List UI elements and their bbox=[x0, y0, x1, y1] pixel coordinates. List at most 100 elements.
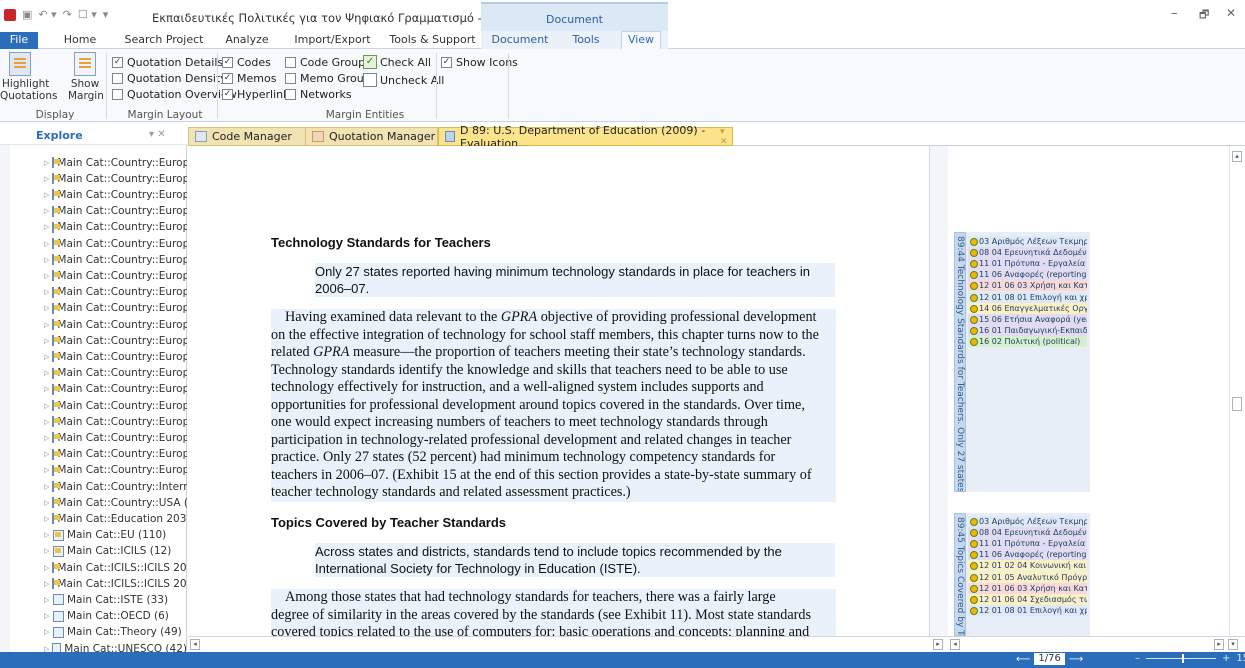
quotation-overview-checkbox[interactable]: Quotation Overview bbox=[112, 88, 237, 101]
expand-arrow-icon[interactable]: ▷ bbox=[44, 483, 49, 491]
expand-arrow-icon[interactable]: ▷ bbox=[44, 402, 49, 410]
expand-arrow-icon[interactable]: ▷ bbox=[44, 515, 49, 523]
scroll-up-icon[interactable]: ▴ bbox=[1232, 151, 1242, 162]
tree-item[interactable]: ▷ Main Cat::Country::Europe:: bbox=[44, 332, 187, 349]
margin-code[interactable]: 03 Αριθμός Λέξεων Τεκμηρίου bbox=[968, 236, 1087, 247]
margin-code[interactable]: 12 01 08 01 Επιλογή και χρήσ... bbox=[968, 604, 1087, 616]
page-number-input[interactable]: 1/76 bbox=[1034, 653, 1065, 665]
tab-search-project[interactable]: Search Project bbox=[124, 32, 204, 49]
document-vertical-scrollbar[interactable] bbox=[930, 146, 948, 636]
expand-arrow-icon[interactable]: ▷ bbox=[44, 564, 49, 572]
margin-code[interactable]: 08 04 Ερευνητικά Δεδομένα bbox=[968, 247, 1087, 259]
tree-item[interactable]: ▷ Main Cat::Country::Europe:: bbox=[44, 186, 187, 203]
scroll-down-icon[interactable]: ▾ bbox=[1228, 639, 1238, 650]
tab-document[interactable]: Document bbox=[490, 32, 550, 49]
tree-item[interactable]: ▷ Main Cat::Country::Internati bbox=[44, 478, 187, 495]
tree-item[interactable]: ▷ Main Cat::Country::Europe:: bbox=[44, 462, 187, 479]
tab-document-d89[interactable]: D 89: U.S. Department of Education (2009… bbox=[438, 124, 733, 150]
scroll-left-icon[interactable]: ◂ bbox=[190, 639, 200, 650]
expand-arrow-icon[interactable]: ▷ bbox=[44, 418, 49, 426]
tab-view[interactable]: View bbox=[621, 31, 661, 49]
expand-arrow-icon[interactable]: ▷ bbox=[44, 353, 49, 361]
uncheck-all-button[interactable]: Uncheck All bbox=[363, 73, 444, 87]
window-layout-icon[interactable]: ☐ ▾ bbox=[78, 8, 97, 21]
show-margin-button[interactable]: Show Margin bbox=[68, 52, 104, 102]
margin-code[interactable]: 11 06 Αναφορές (reporting) bbox=[968, 549, 1087, 561]
tab-code-manager[interactable]: Code Manager bbox=[188, 127, 306, 146]
tree-item[interactable]: ▷ Main Cat::Country::Europe:: bbox=[44, 235, 187, 252]
margin-vertical-scrollbar[interactable]: ▴ bbox=[1229, 146, 1245, 636]
expand-arrow-icon[interactable]: ▷ bbox=[44, 175, 49, 183]
zoom-slider[interactable] bbox=[1146, 654, 1216, 663]
tab-tools[interactable]: Tools bbox=[566, 32, 606, 49]
margin-code[interactable]: 11 01 Πρότυπα - Εργαλεία (st... bbox=[968, 258, 1087, 270]
expand-arrow-icon[interactable]: ▷ bbox=[44, 256, 49, 264]
margin-code[interactable]: 03 Αριθμός Λέξεων Τεκμηρίου bbox=[968, 516, 1087, 527]
tree-item[interactable]: ▷ Main Cat::Country::Europe:: bbox=[44, 284, 187, 301]
expand-arrow-icon[interactable]: ▷ bbox=[44, 321, 49, 329]
minimize-button[interactable]: – bbox=[1171, 6, 1178, 21]
memos-checkbox[interactable]: ✓ Memos bbox=[222, 72, 276, 85]
margin-code[interactable]: 08 04 Ερευνητικά Δεδομένα bbox=[968, 527, 1087, 539]
tree-item[interactable]: ▷ Main Cat::Country::Europe:: bbox=[44, 365, 187, 382]
redo-icon[interactable]: ↷ bbox=[63, 8, 72, 21]
expand-arrow-icon[interactable]: ▷ bbox=[44, 288, 49, 296]
tree-item[interactable]: ▷ Main Cat::Country::Europe:: bbox=[44, 429, 187, 446]
tab-controls[interactable]: ▾ ✕ bbox=[720, 127, 732, 147]
expand-arrow-icon[interactable]: ▷ bbox=[44, 596, 50, 604]
tree-item[interactable]: ▷ Main Cat::Country::Europe:: bbox=[44, 267, 187, 284]
zoom-out-icon[interactable]: – bbox=[1135, 653, 1140, 664]
customize-qat-icon[interactable]: ▾ bbox=[103, 8, 109, 21]
tab-import-export[interactable]: Import/Export bbox=[290, 32, 375, 49]
show-icons-checkbox[interactable]: ✓ Show Icons bbox=[441, 56, 518, 69]
tree-item[interactable]: ▷ Main Cat::Country::Europe:: bbox=[44, 348, 187, 365]
close-button[interactable]: ✕ bbox=[1226, 6, 1236, 20]
margin-code[interactable]: 12 01 02 04 Κοινωνική και Με... bbox=[968, 560, 1087, 572]
expand-arrow-icon[interactable]: ▷ bbox=[44, 240, 49, 248]
margin-code[interactable]: 11 06 Αναφορές (reporting) bbox=[968, 269, 1087, 281]
scroll-left-icon[interactable]: ◂ bbox=[950, 639, 960, 650]
margin-code[interactable]: 12 01 08 01 Επιλογή και χρήσ... bbox=[968, 291, 1087, 303]
quotation-bracket[interactable]: 89:45 Topics Covered by Teacher bbox=[954, 513, 966, 636]
tree-item[interactable]: ▷ Main Cat::Country::Europe:: bbox=[44, 397, 187, 414]
next-page-icon[interactable]: ⟶ bbox=[1069, 654, 1083, 665]
expand-arrow-icon[interactable]: ▷ bbox=[44, 304, 49, 312]
tree-item[interactable]: ▷ Main Cat::EU (110) bbox=[44, 527, 187, 544]
quotation-density-checkbox[interactable]: Quotation Density bbox=[112, 72, 227, 85]
check-all-button[interactable]: ✓ Check All bbox=[363, 55, 431, 69]
tree-item[interactable]: ▷ Main Cat::Country::Europe:: bbox=[44, 251, 187, 268]
tree-item[interactable]: ▷ Main Cat::Country::Europe:: bbox=[44, 300, 187, 317]
tree-item[interactable]: ▷ Main Cat::Country::Europe:: bbox=[44, 170, 187, 187]
expand-arrow-icon[interactable]: ▷ bbox=[44, 191, 49, 199]
margin-code[interactable]: 12 01 06 03 Χρήση και Καταν... bbox=[968, 280, 1087, 292]
expand-arrow-icon[interactable]: ▷ bbox=[44, 434, 49, 442]
tree-item[interactable]: ▷ Main Cat::ICILS::ICILS 2018 bbox=[44, 575, 187, 592]
code-groups-checkbox[interactable]: Code Groups bbox=[285, 56, 371, 69]
tab-analyze[interactable]: Analyze bbox=[222, 32, 272, 49]
document-horizontal-scrollbar[interactable]: ◂ bbox=[188, 636, 930, 652]
expand-arrow-icon[interactable]: ▷ bbox=[44, 159, 49, 167]
margin-code[interactable]: 15 06 Ετήσια Αναφορά (yearly... bbox=[968, 313, 1087, 325]
tree-item[interactable]: ▷ Main Cat::Country::Europe:: bbox=[44, 413, 187, 430]
expand-arrow-icon[interactable]: ▷ bbox=[44, 547, 50, 555]
tab-quotation-manager[interactable]: Quotation Manager bbox=[305, 127, 438, 146]
expand-arrow-icon[interactable]: ▷ bbox=[44, 207, 49, 215]
tree-item[interactable]: ▷ Main Cat::Country::Europe:: bbox=[44, 219, 187, 236]
tree-item[interactable]: ▷ Main Cat::OECD (6) bbox=[44, 608, 187, 625]
expand-arrow-icon[interactable]: ▷ bbox=[44, 499, 49, 507]
tree-item[interactable]: ▷ Main Cat::Country::Europe:: bbox=[44, 203, 187, 220]
zoom-in-icon[interactable]: + bbox=[1222, 653, 1230, 664]
expand-arrow-icon[interactable]: ▷ bbox=[44, 450, 49, 458]
margin-code[interactable]: 16 02 Πολιτική (political) bbox=[968, 335, 1087, 347]
highlight-quotations-button[interactable]: Highlight Quotations bbox=[0, 52, 57, 102]
tree-item[interactable]: ▷ Main Cat::Country::Europe:: bbox=[44, 381, 187, 398]
scroll-thumb[interactable] bbox=[1232, 397, 1242, 411]
tree-item[interactable]: ▷ Main Cat::Theory (49) bbox=[44, 624, 187, 641]
margin-code[interactable]: 12 01 06 03 Χρήση και Καταν... bbox=[968, 582, 1087, 594]
margin-code[interactable]: 11 01 Πρότυπα - Εργαλεία (st... bbox=[968, 538, 1087, 550]
tab-tools-support[interactable]: Tools & Support bbox=[385, 32, 480, 49]
tree-item[interactable]: ▷ Main Cat::Country::USA (23 bbox=[44, 494, 187, 511]
networks-checkbox[interactable]: Networks bbox=[285, 88, 352, 101]
quotation-details-checkbox[interactable]: ✓ Quotation Details bbox=[112, 56, 223, 69]
document-page[interactable]: Technology Standards for Teachers Only 2… bbox=[188, 146, 930, 636]
